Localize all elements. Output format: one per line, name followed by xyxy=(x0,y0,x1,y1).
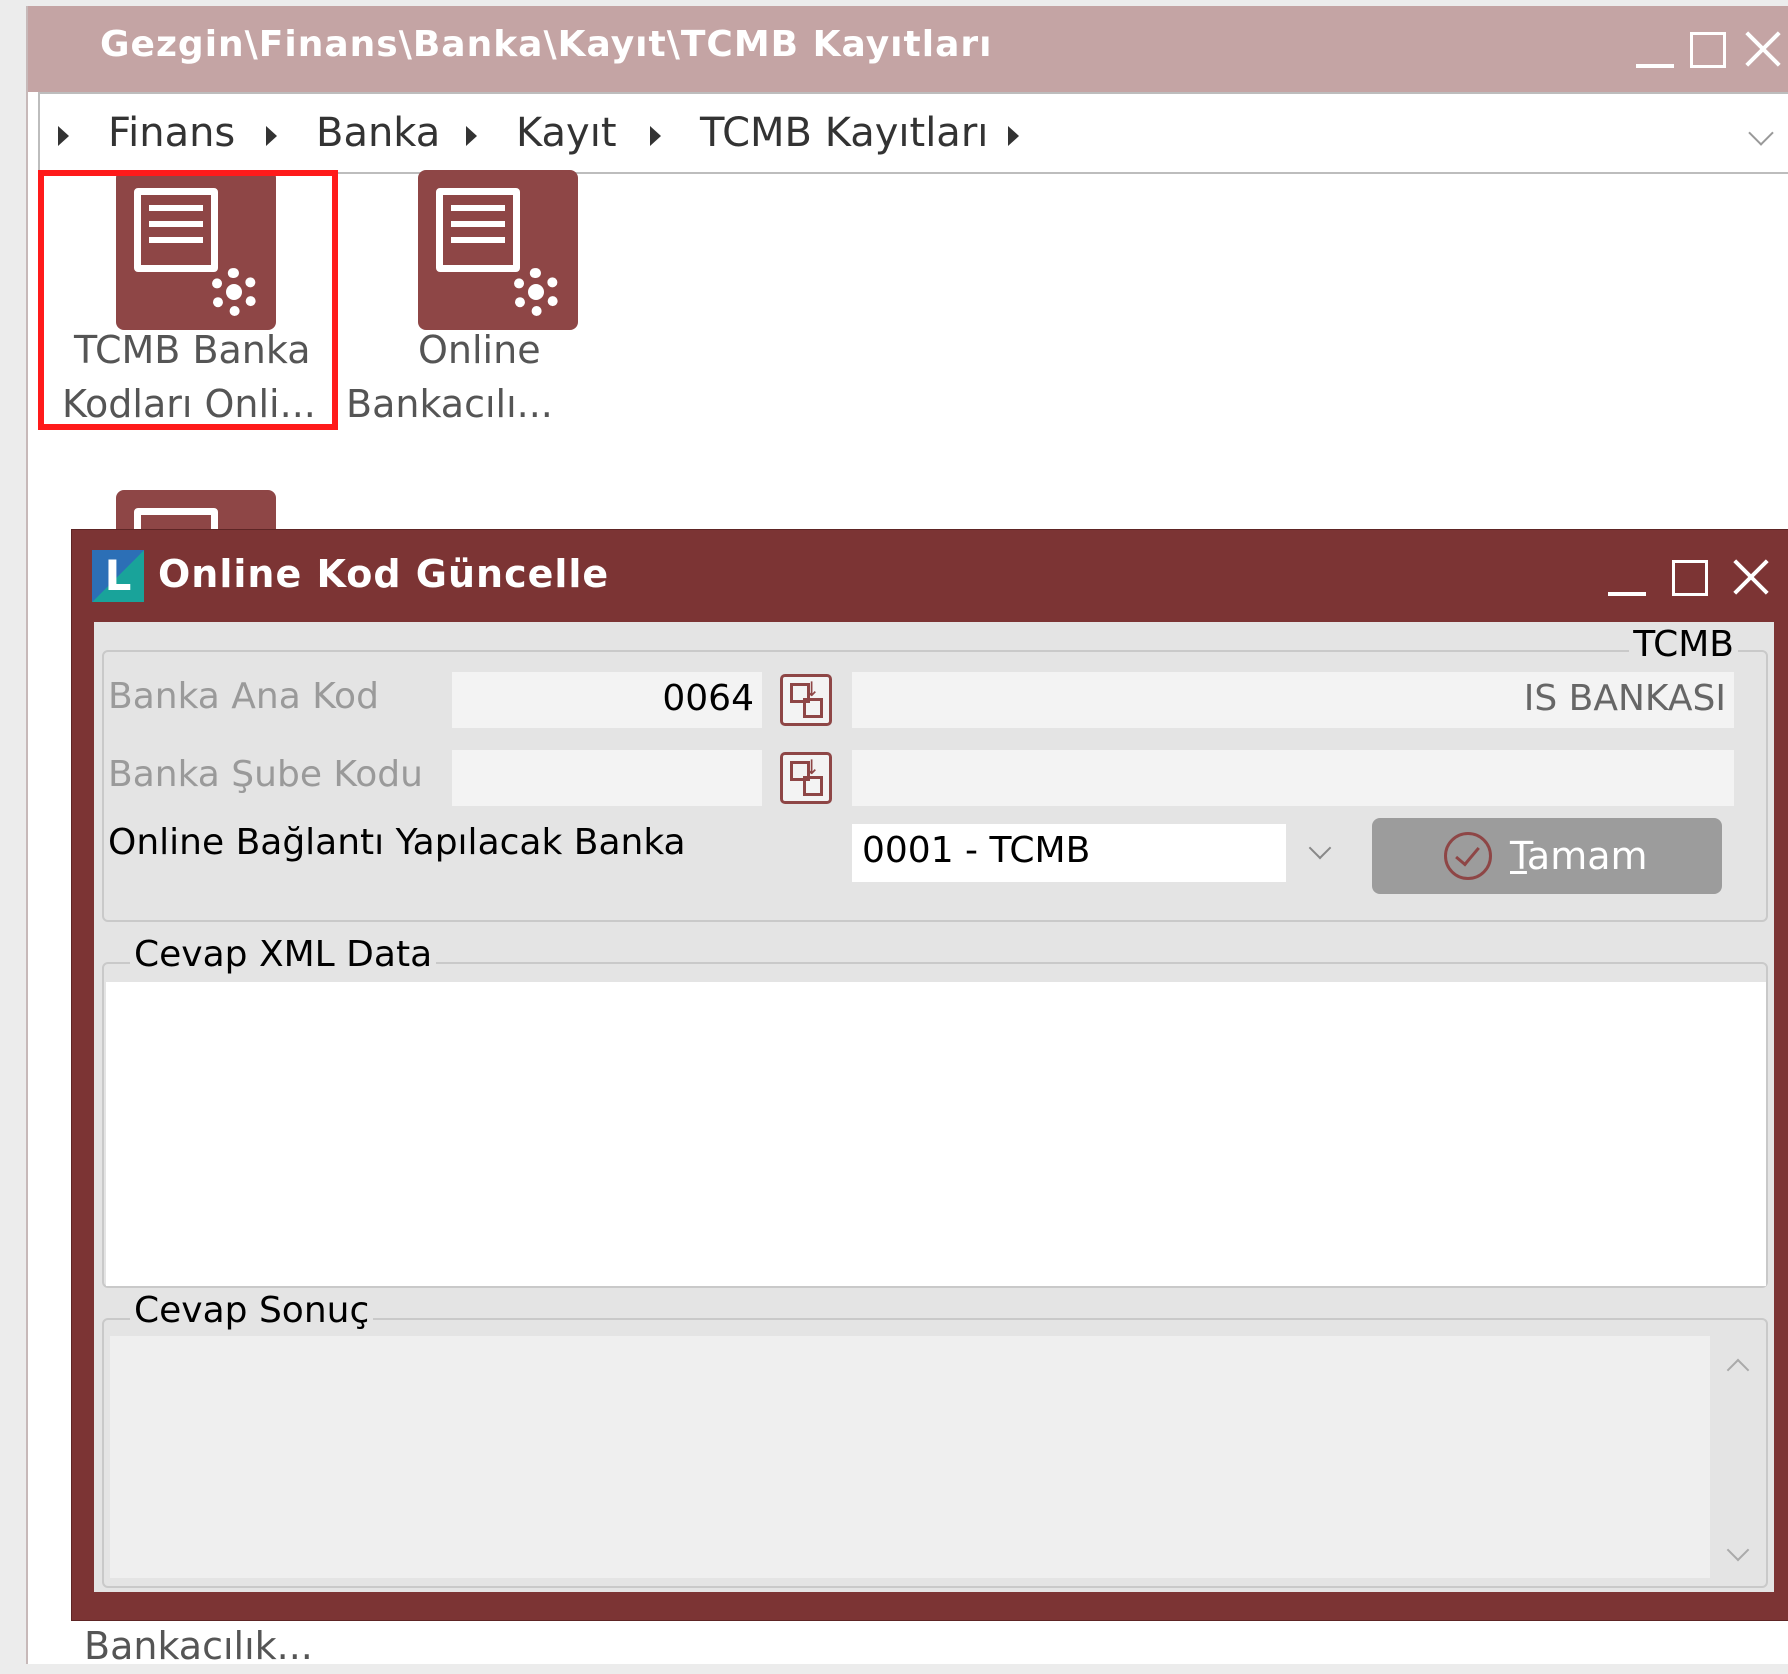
breadcrumb-item-banka[interactable]: Banka xyxy=(316,110,440,156)
bank-main-code-input[interactable]: 0064 xyxy=(452,672,762,728)
tile-online-bankacilik[interactable]: Online Bankacılı... xyxy=(346,170,578,430)
breadcrumb-item-kayit[interactable]: Kayıt xyxy=(516,110,617,156)
tile-label: Bankacılı... xyxy=(346,382,553,426)
online-kod-guncelle-dialog: L Online Kod Güncelle TCMB Banka Ana Kod… xyxy=(72,530,1788,1620)
group-caption-tcmb: TCMB xyxy=(1629,624,1738,665)
bank-branch-code-description xyxy=(852,750,1734,806)
breadcrumb-dropdown-icon[interactable] xyxy=(1748,120,1774,146)
explorer-titlebar[interactable]: Gezgin\Finans\Banka\Kayıt\TCMB Kayıtları xyxy=(28,6,1788,92)
explorer-title: Gezgin\Finans\Banka\Kayıt\TCMB Kayıtları xyxy=(100,24,993,65)
dialog-title: Online Kod Güncelle xyxy=(158,552,610,596)
check-circle-icon xyxy=(1444,832,1492,880)
breadcrumb-item-tcmb-kayitlari[interactable]: TCMB Kayıtları xyxy=(700,110,988,156)
result-textarea[interactable] xyxy=(110,1336,1710,1578)
minimize-icon[interactable] xyxy=(1602,552,1652,602)
bank-main-code-label: Banka Ana Kod xyxy=(108,676,379,717)
bank-branch-code-lookup-button[interactable]: ↓ xyxy=(780,752,832,804)
tile-label: Online xyxy=(418,328,541,372)
online-bank-select[interactable]: 0001 - TCMB xyxy=(852,824,1286,882)
breadcrumb-arrow-icon[interactable] xyxy=(266,126,277,146)
breadcrumb-arrow-icon[interactable] xyxy=(1008,126,1019,146)
breadcrumb-arrow-icon[interactable] xyxy=(650,126,661,146)
bank-main-code-lookup-button[interactable]: ↓ xyxy=(780,674,832,726)
tamam-button[interactable]: Tamam xyxy=(1372,818,1722,894)
bank-branch-code-input[interactable] xyxy=(452,750,762,806)
maximize-icon[interactable] xyxy=(1664,552,1714,602)
minimize-icon[interactable] xyxy=(1630,24,1680,74)
xml-data-textarea[interactable] xyxy=(106,982,1766,1286)
tile-label: Bankacılık... xyxy=(84,1624,313,1668)
dialog-titlebar[interactable]: L Online Kod Güncelle xyxy=(72,530,1788,622)
app-logo-icon: L xyxy=(92,550,144,602)
tamam-button-label: Tamam xyxy=(1510,834,1648,878)
bank-branch-code-label: Banka Şube Kodu xyxy=(108,754,423,795)
bank-main-code-description: IS BANKASI xyxy=(852,672,1734,728)
selection-highlight xyxy=(38,170,338,430)
close-icon[interactable] xyxy=(1738,24,1788,74)
group-caption-result: Cevap Sonuç xyxy=(130,1290,374,1331)
breadcrumb-arrow-icon[interactable] xyxy=(466,126,477,146)
online-bank-label: Online Bağlantı Yapılacak Banka xyxy=(108,822,686,863)
breadcrumb: Finans Banka Kayıt TCMB Kayıtları xyxy=(38,92,1788,174)
dialog-body: TCMB Banka Ana Kod 0064 ↓ IS BANKASI Ban… xyxy=(94,622,1774,1592)
breadcrumb-arrow-icon[interactable] xyxy=(58,126,69,146)
group-caption-xml: Cevap XML Data xyxy=(130,934,437,975)
breadcrumb-item-finans[interactable]: Finans xyxy=(108,110,235,156)
close-icon[interactable] xyxy=(1726,552,1776,602)
document-gear-icon xyxy=(418,170,578,330)
maximize-icon[interactable] xyxy=(1682,24,1732,74)
